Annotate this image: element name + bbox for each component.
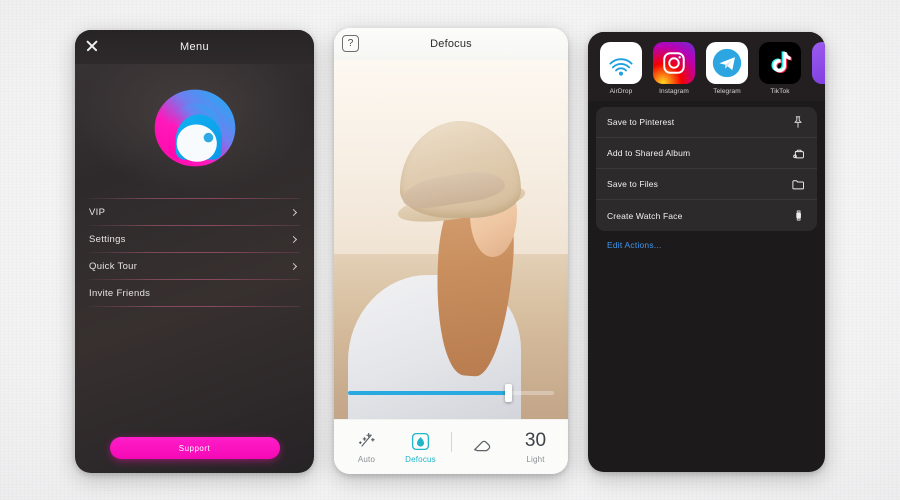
action-save-to-files[interactable]: Save to Files — [596, 169, 817, 200]
share-app-label: AirDrop — [609, 88, 633, 95]
support-button-container: Support — [75, 437, 314, 459]
magic-wand-icon — [357, 430, 377, 452]
sidebar-item-quick-tour[interactable]: Quick Tour — [89, 253, 300, 279]
sidebar-item-invite-friends[interactable]: Invite Friends — [89, 280, 300, 306]
tool-label: Light — [526, 455, 545, 464]
share-action-list: Save to Pinterest Add to Shared Album Sa… — [596, 107, 817, 231]
tool-label: Defocus — [405, 455, 436, 464]
share-app-extra[interactable] — [812, 42, 825, 95]
share-app-label: Instagram — [659, 88, 689, 95]
pin-icon — [790, 114, 806, 130]
help-icon[interactable]: ? — [342, 35, 359, 52]
menu-list: VIP Settings Quick Tour Invite Friends — [75, 198, 314, 307]
tool-eraser[interactable] — [462, 435, 502, 460]
action-label: Add to Shared Album — [607, 148, 691, 158]
edit-actions-link[interactable]: Edit Actions... — [588, 231, 825, 259]
purple-app-icon — [812, 42, 825, 84]
share-apps-row: AirDrop Instagram Telegram TikTok — [588, 32, 825, 101]
close-icon[interactable] — [85, 39, 99, 53]
share-app-tiktok[interactable]: TikTok — [759, 42, 801, 95]
share-app-instagram[interactable]: Instagram — [653, 42, 695, 95]
chevron-right-icon — [289, 262, 298, 270]
chevron-right-icon — [289, 208, 298, 216]
user-avatar-logo — [147, 80, 243, 176]
tool-light[interactable]: 30 Light — [516, 430, 556, 464]
support-button[interactable]: Support — [109, 437, 280, 459]
airdrop-icon — [600, 42, 642, 84]
share-app-airdrop[interactable]: AirDrop — [600, 42, 642, 95]
folder-icon — [790, 176, 806, 192]
menu-item-label: Settings — [89, 233, 126, 245]
menu-item-label: Invite Friends — [89, 287, 151, 299]
share-app-telegram[interactable]: Telegram — [706, 42, 748, 95]
menu-screen: Menu VIP Settings Quick Tour Invite Frie… — [75, 30, 314, 473]
action-add-to-shared-album[interactable]: Add to Shared Album — [596, 138, 817, 169]
defocus-aperture-icon — [410, 430, 431, 452]
slider-fill — [348, 391, 509, 395]
menu-item-label: VIP — [89, 206, 106, 218]
share-app-label: TikTok — [770, 88, 790, 95]
telegram-icon — [706, 42, 748, 84]
action-save-to-pinterest[interactable]: Save to Pinterest — [596, 107, 817, 138]
editor-toolbar: Auto Defocus 30 Light — [334, 419, 568, 474]
defocus-editor-screen: ? Defocus Auto Defocus 30 Light — [334, 28, 568, 474]
sidebar-item-settings[interactable]: Settings — [89, 226, 300, 252]
light-value: 30 — [524, 430, 547, 451]
eraser-icon — [471, 435, 493, 457]
menu-topbar: Menu — [75, 30, 314, 64]
page-title: Defocus — [430, 38, 472, 50]
action-label: Save to Files — [607, 179, 659, 189]
action-create-watch-face[interactable]: Create Watch Face — [596, 200, 817, 231]
tool-label: Auto — [357, 455, 376, 464]
slider-thumb[interactable] — [505, 384, 513, 402]
action-label: Create Watch Face — [607, 210, 683, 221]
photo-canvas[interactable] — [334, 60, 568, 419]
tool-defocus[interactable]: Defocus — [401, 430, 441, 464]
blur-intensity-slider[interactable] — [348, 384, 554, 402]
tool-auto[interactable]: Auto — [347, 430, 387, 464]
shared-album-icon — [790, 145, 806, 161]
instagram-icon — [653, 42, 695, 84]
sidebar-item-vip[interactable]: VIP — [89, 199, 300, 225]
avatar-container — [75, 64, 314, 192]
page-title: Menu — [179, 41, 210, 53]
share-sheet-screen: AirDrop Instagram Telegram TikTok Save t… — [588, 32, 825, 472]
watch-icon — [790, 208, 806, 224]
share-app-label: Telegram — [713, 88, 741, 95]
toolbar-divider — [450, 432, 452, 452]
chevron-right-icon — [289, 235, 298, 243]
menu-divider — [89, 306, 300, 307]
tiktok-icon — [759, 42, 801, 84]
menu-item-label: Quick Tour — [89, 260, 138, 272]
action-label: Save to Pinterest — [607, 117, 675, 127]
editor-topbar: ? Defocus — [334, 28, 568, 60]
